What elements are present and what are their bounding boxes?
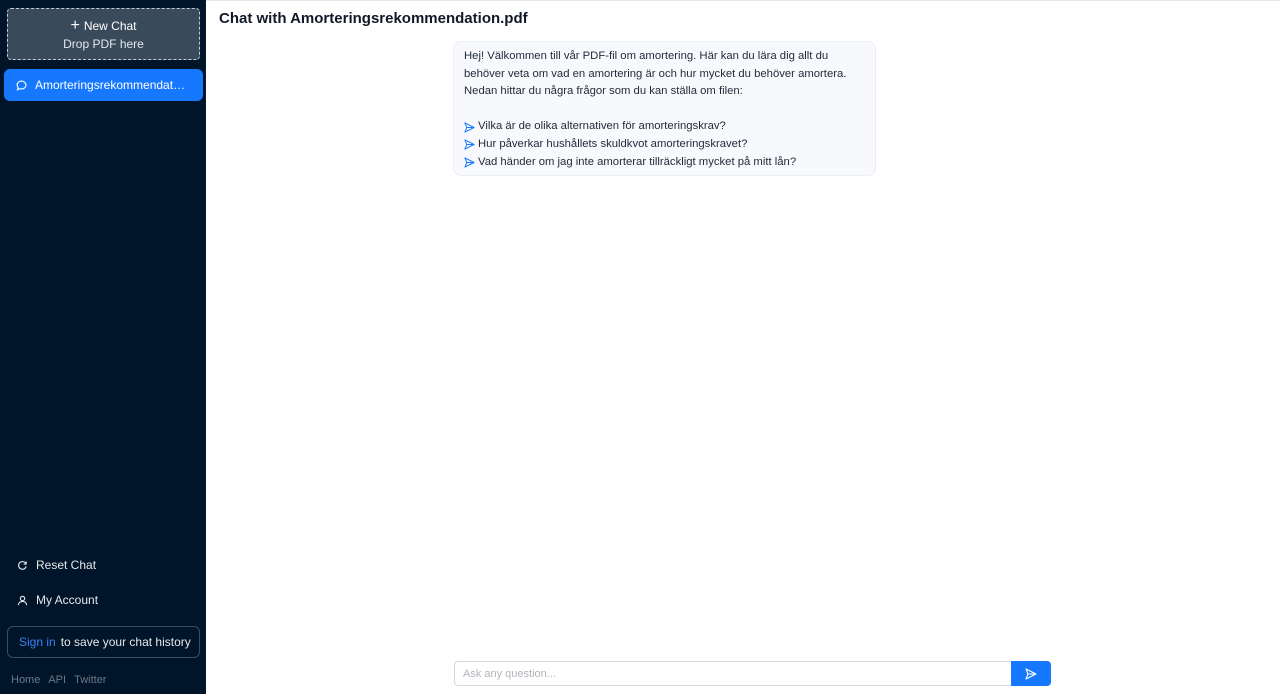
suggested-question-label: Vilka är de olika alternativen för amort… [478,120,726,133]
chat-item-label: Amorteringsrekommendation.pdf [35,78,187,92]
my-account-label: My Account [36,593,99,607]
send-button[interactable] [1011,661,1051,686]
send-arrow-icon [464,157,475,168]
footer-link-home[interactable]: Home [11,674,40,686]
top-divider [206,0,1280,2]
send-icon [1025,667,1037,680]
my-account-button[interactable]: My Account [0,586,206,614]
user-icon [17,595,28,605]
reset-icon [18,560,27,570]
plus-icon: + [70,17,80,34]
reset-chat-label: Reset Chat [36,558,97,572]
sidebar: + New Chat Drop PDF here Amorteringsreko… [0,0,206,694]
send-arrow-icon [464,139,475,150]
suggested-question-label: Hur påverkar hushållets skuldkvot amorte… [478,137,748,150]
page-title: Chat with Amorteringsrekommendation.pdf [219,10,528,27]
reset-chat-button[interactable]: Reset Chat [0,551,206,579]
question-input[interactable] [454,661,1011,686]
footer-links: Home API Twitter [11,674,106,686]
drop-pdf-label: Drop PDF here [63,36,144,51]
new-chat-dropzone[interactable]: + New Chat Drop PDF here [7,8,200,60]
footer-link-twitter[interactable]: Twitter [74,674,106,686]
signin-text: to save your chat history [60,635,191,649]
question-input-bar [454,661,1051,686]
suggested-question[interactable]: Vad händer om jag inte amorterar tillräc… [464,154,865,172]
suggested-question-label: Vad händer om jag inte amorterar tillräc… [478,155,797,168]
chat-bubble-icon [16,80,27,91]
send-arrow-icon [464,122,475,133]
suggested-question[interactable]: Hur påverkar hushållets skuldkvot amorte… [464,136,865,154]
sidebar-chat-item[interactable]: Amorteringsrekommendation.pdf [4,69,203,101]
sign-in-link[interactable]: Sign in [19,635,56,649]
footer-link-api[interactable]: API [48,674,66,686]
message-intro: Hej! Välkommen till vår PDF-fil om amort… [464,50,847,98]
assistant-message: Hej! Välkommen till vår PDF-fil om amort… [453,41,876,176]
signin-prompt: Sign in to save your chat history [7,626,200,658]
new-chat-label: New Chat [83,19,137,33]
suggested-question[interactable]: Vilka är de olika alternativen för amort… [464,118,865,136]
